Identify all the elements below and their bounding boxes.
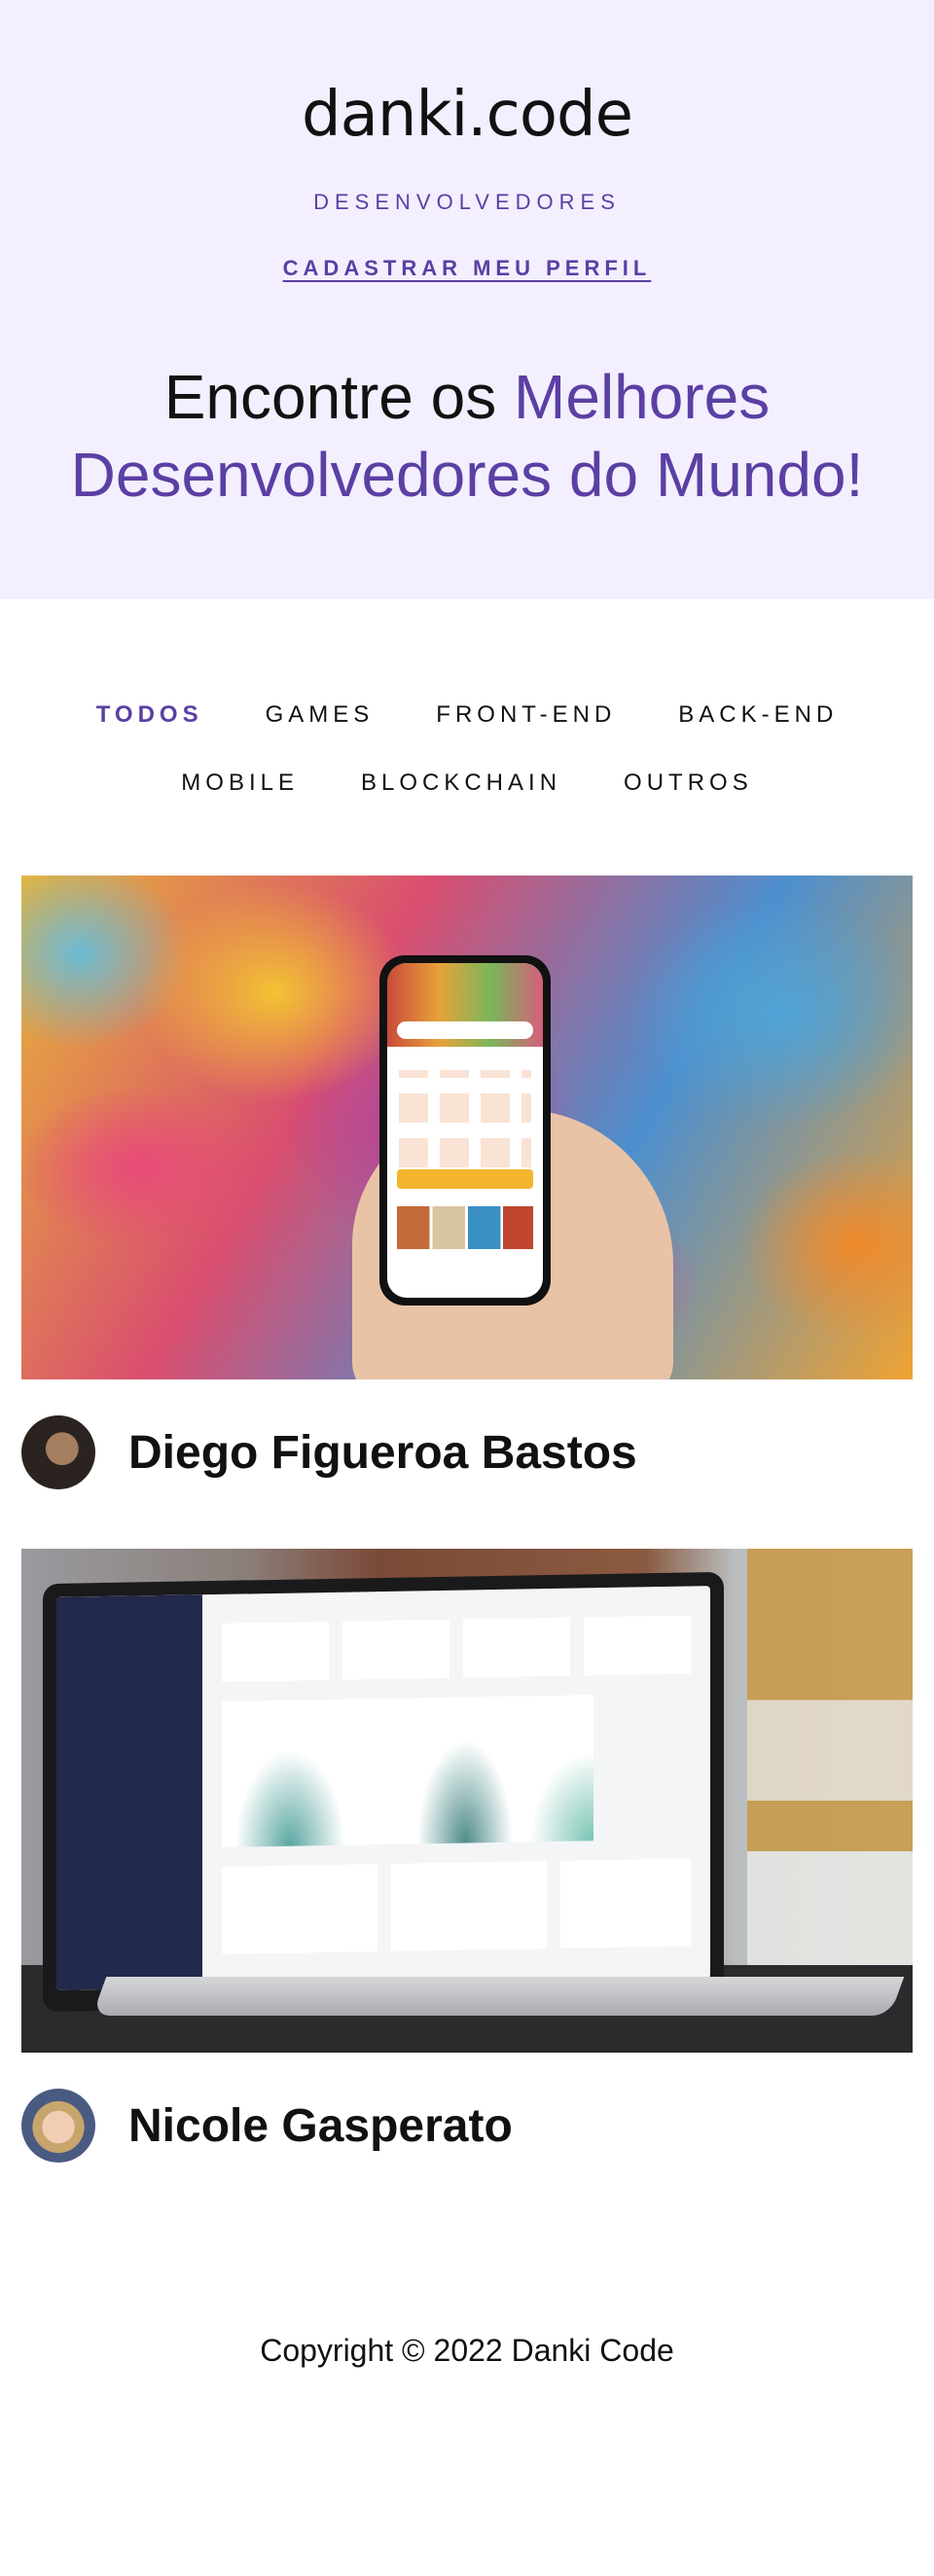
brand-subtitle: DESENVOLVEDORES <box>313 190 621 214</box>
developer-name[interactable]: Nicole Gasperato <box>128 2099 513 2153</box>
register-profile-link[interactable]: CADASTRAR MEU PERFIL <box>0 256 934 281</box>
filter-blockchain[interactable]: BLOCKCHAIN <box>361 769 561 797</box>
phone-screen <box>387 963 543 1298</box>
filter-row-1: TODOS GAMES FRONT-END BACK-END <box>0 681 934 749</box>
filter-back-end[interactable]: BACK-END <box>678 701 838 729</box>
filter-todos[interactable]: TODOS <box>96 701 203 729</box>
category-filters: TODOS GAMES FRONT-END BACK-END MOBILE BL… <box>0 681 934 817</box>
filter-front-end[interactable]: FRONT-END <box>436 701 616 729</box>
filter-games[interactable]: GAMES <box>266 701 375 729</box>
footer-copyright: Copyright © 2022 Danki Code <box>260 2333 674 2368</box>
avatar[interactable] <box>21 2089 95 2163</box>
project-image-phone[interactable] <box>21 876 913 1379</box>
brand-logo[interactable]: danki.code <box>0 84 934 146</box>
developer-info: Nicole Gasperato <box>21 2053 913 2199</box>
phone-mockup <box>379 955 551 1306</box>
developer-info: Diego Figueroa Bastos <box>21 1379 913 1525</box>
developer-name[interactable]: Diego Figueroa Bastos <box>128 1426 637 1480</box>
hero-section: danki.code DESENVOLVEDORES CADASTRAR MEU… <box>0 0 934 599</box>
filter-outros[interactable]: OUTROS <box>624 769 753 797</box>
developer-card[interactable]: Nicole Gasperato <box>21 1549 913 2199</box>
laptop-mockup <box>43 1571 724 2013</box>
hero-headline: Encontre os Melhores Desenvolvedores do … <box>29 358 905 514</box>
filter-mobile[interactable]: MOBILE <box>181 769 299 797</box>
page: danki.code DESENVOLVEDORES CADASTRAR MEU… <box>0 0 934 2576</box>
avatar[interactable] <box>21 1415 95 1489</box>
dashboard-screen <box>56 1586 710 1990</box>
project-image-laptop[interactable] <box>21 1549 913 2053</box>
headline-text: Encontre os <box>163 362 515 432</box>
developer-card[interactable]: Diego Figueroa Bastos <box>21 876 913 1525</box>
filter-row-2: MOBILE BLOCKCHAIN OUTROS <box>0 749 934 817</box>
